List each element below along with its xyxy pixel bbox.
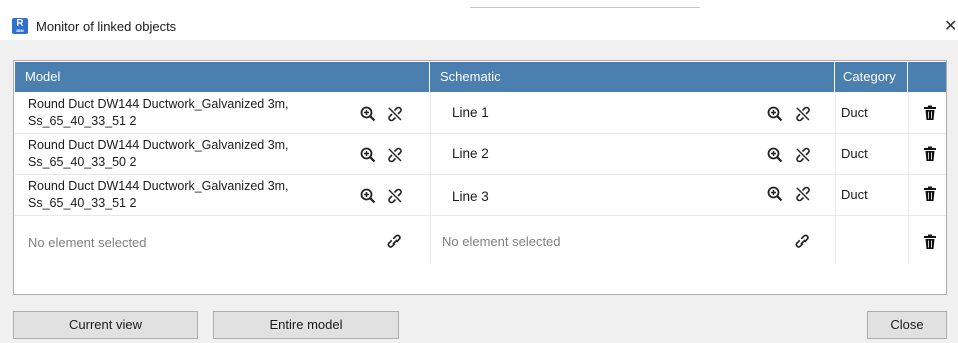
unlink-icon[interactable] [794,105,812,123]
header-model[interactable]: Model [15,62,430,92]
link-icon[interactable] [386,233,404,251]
model-cell-empty: No element selected [28,235,147,250]
current-view-button[interactable]: Current view [13,311,198,339]
header-actions [908,62,946,92]
close-window-icon[interactable]: ✕ [944,16,957,36]
table-row-empty[interactable]: No element selected No element selected [15,223,946,264]
header-category[interactable]: Category [835,62,908,92]
table-row[interactable]: Round Duct DW144 Ductwork_Galvanized 3m,… [15,175,946,216]
unlink-icon[interactable] [386,146,404,164]
header-schematic[interactable]: Schematic [430,62,835,92]
schematic-cell: Line 3 [452,189,489,204]
zoom-in-icon[interactable] [359,187,377,205]
linked-objects-table: Model Schematic Category Round Duct DW14… [13,60,947,295]
schematic-cell-empty: No element selected [442,234,561,249]
app-logo-icon: R BIM [12,18,28,34]
trash-icon[interactable] [921,185,939,203]
unlink-icon[interactable] [386,187,404,205]
model-cell: Round Duct DW144 Ductwork_Galvanized 3m,… [28,97,289,128]
top-divider [470,7,700,8]
trash-icon[interactable] [921,145,939,163]
zoom-in-icon[interactable] [359,105,377,123]
model-cell: Round Duct DW144 Ductwork_Galvanized 3m,… [28,138,289,169]
unlink-icon[interactable] [794,185,812,203]
unlink-icon[interactable] [794,146,812,164]
close-button[interactable]: Close [867,311,947,339]
category-cell: Duct [841,187,868,202]
table-row[interactable]: Round Duct DW144 Ductwork_Galvanized 3m,… [15,134,946,175]
title-bar: R BIM Monitor of linked objects ✕ [0,0,958,40]
trash-icon[interactable] [921,104,939,122]
table-row[interactable]: Round Duct DW144 Ductwork_Galvanized 3m,… [15,93,946,134]
zoom-in-icon[interactable] [766,185,784,203]
schematic-cell: Line 1 [452,105,489,120]
zoom-in-icon[interactable] [359,146,377,164]
entire-model-button[interactable]: Entire model [213,311,399,339]
zoom-in-icon[interactable] [766,105,784,123]
link-icon[interactable] [794,233,812,251]
model-cell: Round Duct DW144 Ductwork_Galvanized 3m,… [28,179,289,210]
category-cell: Duct [841,146,868,161]
window-title: Monitor of linked objects [36,19,177,34]
schematic-cell: Line 2 [452,146,489,161]
unlink-icon[interactable] [386,105,404,123]
trash-icon[interactable] [921,233,939,251]
category-cell: Duct [841,105,868,120]
zoom-in-icon[interactable] [766,146,784,164]
